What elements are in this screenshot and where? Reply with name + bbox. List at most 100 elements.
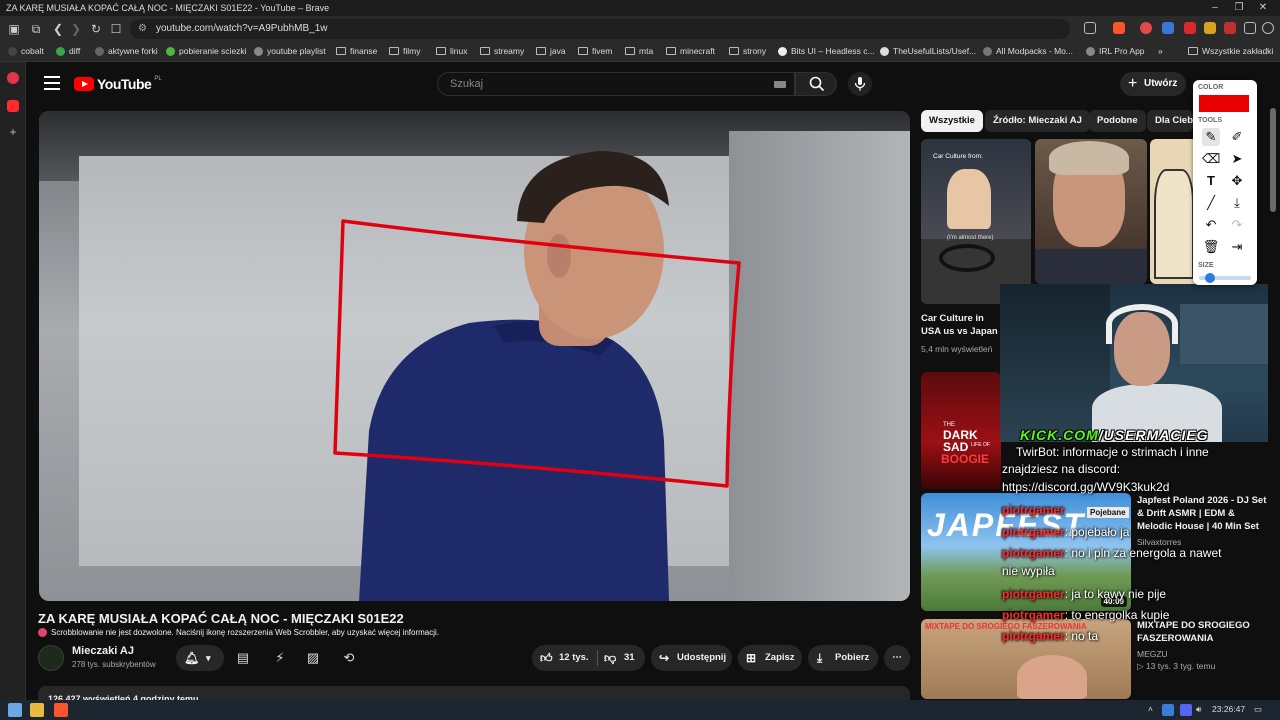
image-icon[interactable]: ▨ [305, 650, 321, 666]
bookmark-item[interactable]: IRL Pro App [1086, 46, 1145, 56]
all-bookmarks-folder[interactable]: Wszystkie zakładki [1188, 46, 1273, 56]
recommendation-thumbnail[interactable]: Car Culture from: (I'm almost there) [921, 139, 1031, 304]
extension-icon[interactable] [1224, 22, 1236, 34]
file-explorer-icon[interactable] [30, 703, 44, 717]
chip-for-you[interactable]: Dla Ciebie [1147, 110, 1193, 132]
subscription-bell-button[interactable]: 🔔︎ ▾ [176, 645, 224, 671]
youtube-logo[interactable]: YouTube PL [74, 76, 162, 92]
recommendation-title[interactable]: Japfest Poland 2026 - DJ Set & Drift ASM… [1137, 494, 1266, 533]
more-bookmarks-button[interactable]: » [1158, 46, 1163, 56]
bookmark-item[interactable]: pobieranie sciezki [166, 46, 247, 56]
close-icon[interactable]: ✕ [1256, 2, 1270, 13]
notifications-icon[interactable]: ▭ [1254, 704, 1262, 715]
opera-icon[interactable] [7, 72, 19, 84]
sidebar-toggle-icon[interactable]: ▣ [6, 21, 22, 37]
recommendation-title[interactable]: MIXTAPE DO SROGIEGO FASZEROWANIA [1137, 619, 1250, 645]
loop-icon[interactable]: ⟲ [341, 650, 357, 666]
chip-all[interactable]: Wszystkie [921, 110, 983, 132]
bookmark-folder[interactable]: fivem [578, 46, 612, 56]
bookmark-item[interactable]: youtube playlist [254, 46, 326, 56]
share-button[interactable]: ↪ Udostępnij [651, 645, 732, 671]
size-slider-handle[interactable] [1205, 273, 1216, 283]
bookmark-folder[interactable]: strony [729, 46, 766, 56]
line-tool-icon[interactable]: ╱ [1202, 194, 1220, 212]
tray-app-icon[interactable] [1180, 704, 1192, 716]
video-player[interactable] [39, 111, 910, 601]
back-icon[interactable]: ❮ [50, 21, 66, 37]
bookmark-folder[interactable]: minecraft [666, 46, 715, 56]
maximize-icon[interactable]: ❐ [1232, 2, 1246, 13]
recommendation-channel[interactable]: MEGZU [1137, 649, 1168, 659]
bookmark-item[interactable]: cobalt [8, 46, 44, 56]
keyboard-icon[interactable] [774, 81, 786, 88]
site-info-icon[interactable]: ⚙ [138, 19, 147, 39]
extension-icon[interactable] [1140, 22, 1152, 34]
bookmark-item[interactable]: diff [56, 46, 80, 56]
start-icon[interactable] [8, 703, 22, 717]
undo-icon[interactable]: ↶ [1202, 216, 1220, 234]
redo-icon[interactable]: ↷ [1228, 216, 1246, 234]
youtube-icon[interactable] [7, 100, 19, 112]
page-scrollbar[interactable] [1270, 108, 1276, 212]
extension-icon[interactable] [1184, 22, 1196, 34]
recommendation-thumbnail[interactable]: THE DARK SAD LIFE OF BOOGIE [921, 372, 1001, 489]
extensions-menu-icon[interactable] [1244, 22, 1256, 34]
download-button[interactable]: ⤓ Pobierz [808, 645, 878, 671]
reload-icon[interactable]: ↻ [88, 21, 104, 37]
extension-icon[interactable] [1204, 22, 1216, 34]
bookmark-icon[interactable]: ☐ [108, 21, 124, 37]
minimize-icon[interactable]: – [1208, 2, 1222, 13]
lightning-icon[interactable]: ⚡︎ [272, 650, 288, 666]
color-swatch[interactable] [1199, 95, 1249, 112]
exit-icon[interactable]: ⇥ [1228, 238, 1246, 256]
bookmark-folder[interactable]: linux [436, 46, 467, 56]
dislike-count[interactable]: 31 [624, 645, 635, 671]
more-actions-button[interactable]: ⋯ [884, 645, 910, 671]
bookmark-item[interactable]: Bits UI – Headless c... [778, 46, 875, 56]
chip-source[interactable]: Źródło: Mieczaki AJ [985, 110, 1090, 132]
text-tool-icon[interactable]: T [1202, 172, 1220, 190]
marker-icon[interactable]: ✐ [1228, 128, 1246, 146]
like-icon[interactable]: 👍︎ [540, 645, 553, 671]
address-bar[interactable]: ⚙ youtube.com/watch?v=A9PubhMB_1w [130, 19, 1070, 39]
search-input[interactable]: Szukaj [437, 72, 795, 96]
chip-related[interactable]: Podobne [1089, 110, 1146, 132]
trash-icon[interactable]: 🗑︎ [1202, 238, 1220, 256]
extension-icon[interactable] [1162, 22, 1174, 34]
menu-icon[interactable] [1262, 22, 1274, 34]
voice-search-button[interactable] [848, 72, 872, 96]
bookmark-folder[interactable]: streamy [480, 46, 524, 56]
move-icon[interactable]: ✥ [1228, 172, 1246, 190]
bookmark-item[interactable]: TheUsefulLists/Usef... [880, 46, 976, 56]
volume-icon[interactable]: 🔊︎ [1196, 704, 1201, 715]
like-count[interactable]: 12 tys. [559, 645, 589, 671]
channel-avatar[interactable] [38, 645, 64, 671]
bookmark-item[interactable]: aktywne forki [95, 46, 158, 56]
dislike-icon[interactable]: 👎︎ [604, 645, 616, 671]
search-button[interactable] [795, 72, 837, 96]
recommendation-thumbnail[interactable] [1035, 139, 1147, 284]
tray-app-icon[interactable] [1162, 704, 1174, 716]
create-button[interactable]: + Utwórz [1120, 72, 1186, 96]
bookmark-item[interactable]: All Modpacks - Mo... [983, 46, 1073, 56]
tabs-icon[interactable]: ⧉ [28, 21, 44, 37]
eraser-icon[interactable]: ⌫ [1202, 150, 1220, 168]
download-icon[interactable]: ⤓ [1228, 194, 1246, 212]
forward-icon[interactable]: ❯ [68, 21, 84, 37]
add-icon[interactable]: + [7, 126, 19, 138]
pencil-icon[interactable]: ✎ [1202, 128, 1220, 146]
tray-chevron-icon[interactable]: ˄ [1148, 704, 1153, 714]
brave-shields-icon[interactable] [1113, 22, 1125, 34]
clock[interactable]: 23:26:47 [1212, 704, 1245, 714]
recommendation-title[interactable]: Car Culture in USA us vs Japan [921, 312, 998, 338]
pointer-icon[interactable]: ➤ [1228, 150, 1246, 168]
brave-taskbar-icon[interactable] [54, 703, 68, 717]
hamburger-menu-icon[interactable] [44, 76, 60, 90]
bookmark-folder[interactable]: filmy [389, 46, 420, 56]
save-button[interactable]: ⊞ Zapisz [738, 645, 802, 671]
transcript-icon[interactable]: ▤ [235, 650, 251, 666]
channel-name[interactable]: Mieczaki AJ [72, 645, 134, 657]
bookmark-folder[interactable]: finanse [336, 46, 377, 56]
bookmark-folder[interactable]: java [536, 46, 566, 56]
bookmark-folder[interactable]: mta [625, 46, 653, 56]
